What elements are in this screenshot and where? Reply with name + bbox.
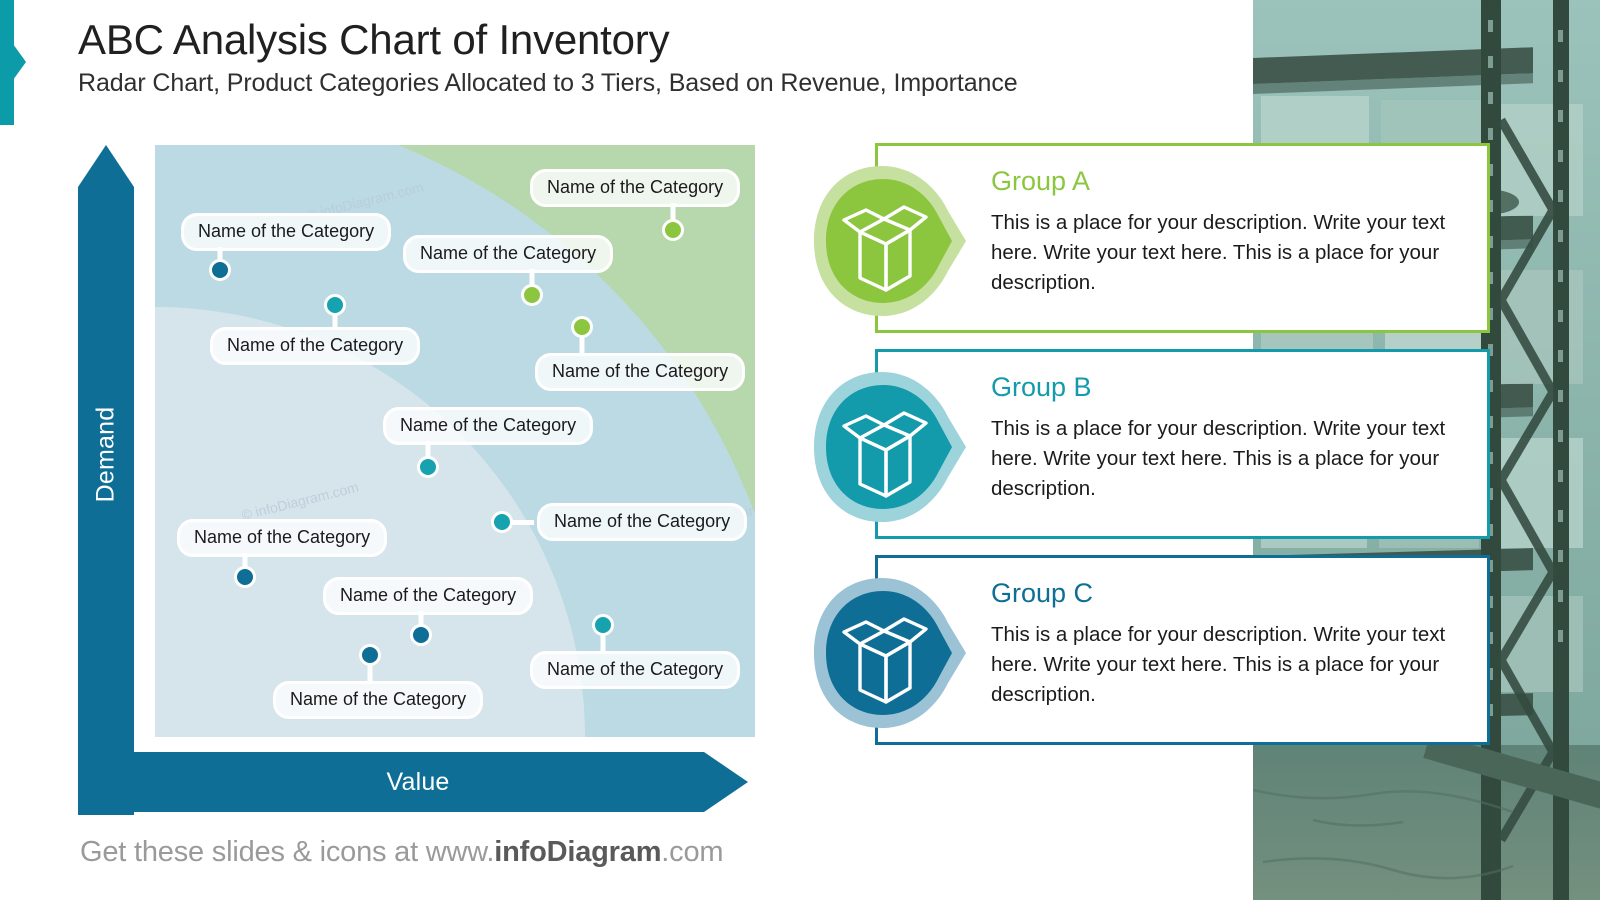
group-description-c: This is a place for your description. Wr…	[991, 623, 1446, 706]
page-subtitle: Radar Chart, Product Categories Allocate…	[78, 69, 1018, 98]
page-title: ABC Analysis Chart of Inventory	[78, 16, 670, 63]
footer-credit: Get these slides & icons at www.infoDiag…	[80, 836, 724, 869]
category-label[interactable]: Name of the Category	[530, 169, 741, 207]
slide-canvas: ABC Analysis Chart of Inventory Radar Ch…	[0, 0, 1600, 900]
title-block: ABC Analysis Chart of Inventory Radar Ch…	[78, 16, 1228, 98]
group-badge-a[interactable]	[800, 156, 970, 326]
group-card-b[interactable]: Group B This is a place for your descript…	[814, 349, 1490, 539]
group-title-b: Group B	[991, 372, 1092, 402]
x-axis-arrow	[78, 752, 748, 812]
chart-plot-area: © infoDiagram.com© infoDiagram.com© info…	[155, 145, 755, 737]
category-label[interactable]: Name of the Category	[177, 519, 388, 557]
group-badge-b[interactable]	[800, 362, 970, 532]
abc-analysis-chart: Demand Value © infoDiagram.com © infoDiag…	[78, 140, 768, 815]
data-point-dot[interactable]	[410, 624, 432, 646]
group-card-c[interactable]: Group C This is a place for your descript…	[814, 555, 1490, 745]
data-point-dot[interactable]	[359, 644, 381, 666]
data-point-dot[interactable]	[324, 294, 346, 316]
data-point-dot[interactable]	[521, 284, 543, 306]
group-badge-c[interactable]	[800, 568, 970, 738]
category-label[interactable]: Name of the Category	[537, 503, 748, 541]
data-point-dot[interactable]	[571, 316, 593, 338]
data-point-dot[interactable]	[662, 219, 684, 241]
category-label[interactable]: Name of the Category	[403, 235, 614, 273]
category-label[interactable]: Name of the Category	[273, 681, 484, 719]
category-label[interactable]: Name of the Category	[530, 651, 741, 689]
data-point-dot[interactable]	[592, 614, 614, 636]
category-label[interactable]: Name of the Category	[323, 577, 534, 615]
group-card-a[interactable]: Group A This is a place for your descript…	[814, 143, 1490, 333]
data-point-dot[interactable]	[234, 566, 256, 588]
category-label[interactable]: Name of the Category	[181, 213, 392, 251]
group-description-b: This is a place for your description. Wr…	[991, 417, 1446, 500]
footer-prefix: Get these slides & icons at www.	[80, 836, 495, 868]
group-title-a: Group A	[991, 166, 1091, 196]
footer-brand: infoDiagram	[494, 836, 662, 868]
data-point-dot[interactable]	[491, 511, 513, 533]
category-label[interactable]: Name of the Category	[210, 327, 421, 365]
y-axis-arrow	[78, 145, 134, 815]
data-point-dot[interactable]	[417, 456, 439, 478]
group-description-a: This is a place for your description. Wr…	[991, 211, 1446, 294]
group-title-c: Group C	[991, 578, 1094, 608]
data-point-dot[interactable]	[209, 259, 231, 281]
category-label[interactable]: Name of the Category	[535, 353, 746, 391]
footer-suffix: .com	[661, 836, 724, 868]
category-label[interactable]: Name of the Category	[383, 407, 594, 445]
left-accent-bar	[0, 0, 14, 125]
left-accent-arrow-icon	[13, 44, 26, 80]
